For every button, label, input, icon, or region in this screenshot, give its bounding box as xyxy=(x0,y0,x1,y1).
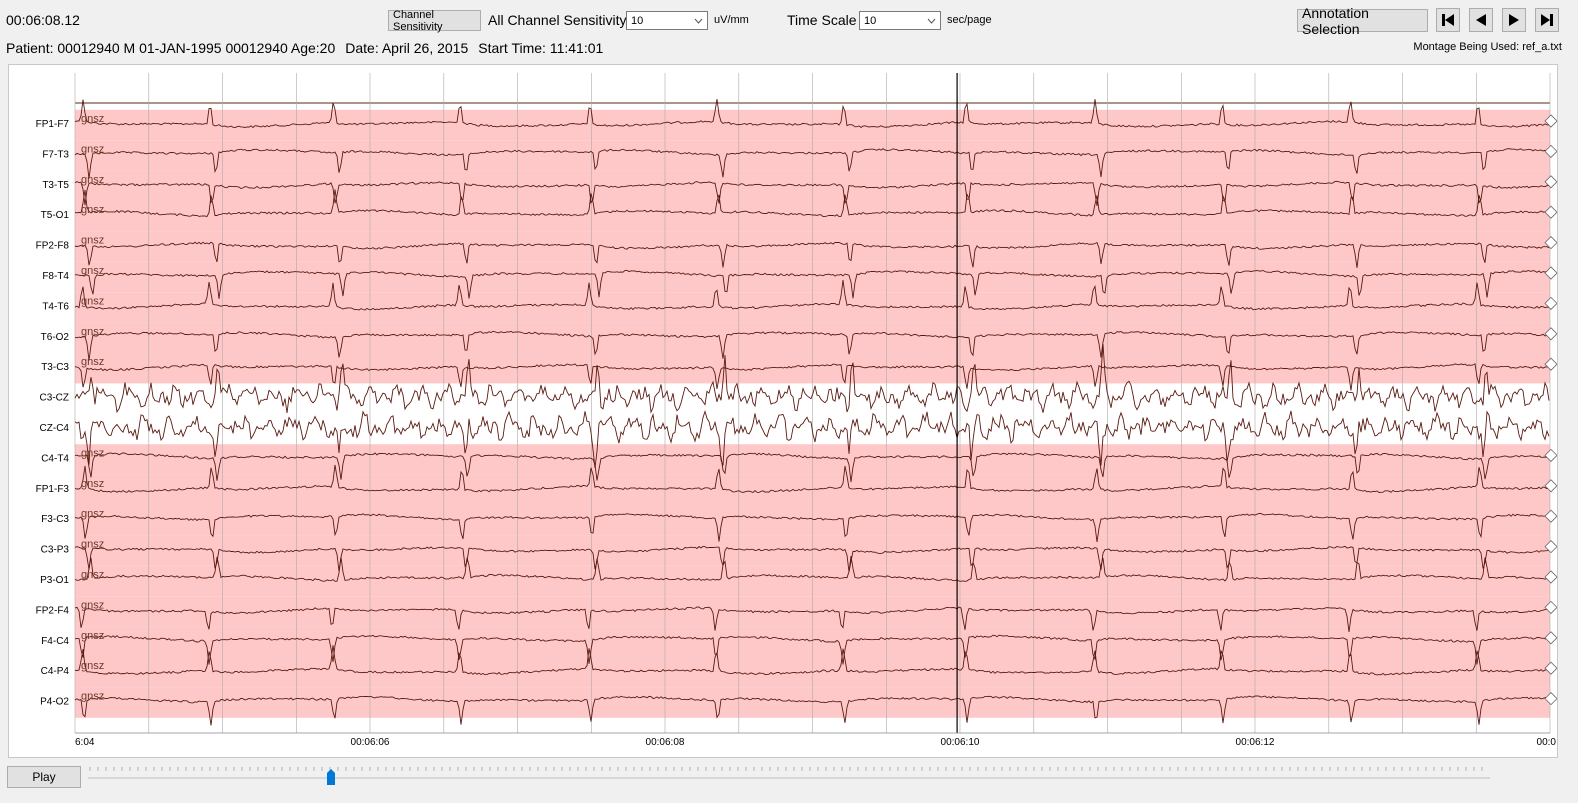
annotation-label: gnsz xyxy=(81,265,104,277)
time-scale-label: Time Scale xyxy=(787,12,857,28)
channel-label: F7-T3 xyxy=(42,149,69,160)
annotation-label: gnsz xyxy=(81,691,104,703)
annotation-label: gnsz xyxy=(81,447,104,459)
skip-to-start-icon xyxy=(1442,14,1454,26)
skip-to-end-button[interactable] xyxy=(1535,8,1559,32)
annotation-label: gnsz xyxy=(81,508,104,520)
channel-label: T3-T5 xyxy=(42,180,69,191)
patient-details: Patient: 00012940 M 01-JAN-1995 00012940… xyxy=(6,40,336,56)
step-back-icon xyxy=(1476,14,1486,26)
channel-label: P4-O2 xyxy=(40,697,69,708)
current-time: 00:06:08.12 xyxy=(6,12,80,28)
sensitivity-value: 10 xyxy=(631,14,644,27)
time-tick-label: 00:06:12 xyxy=(1236,737,1275,748)
annotation-label: gnsz xyxy=(81,113,104,125)
all-channel-sensitivity-label: All Channel Sensitivity xyxy=(488,12,627,28)
time-tick-label: 00:06:06 xyxy=(351,737,390,748)
eeg-waveform-display[interactable]: FP1-F7 gnsz F7-T3 gnsz T3-T5 gnsz T5-O1 gnsz FP2… xyxy=(9,65,1558,757)
time-scale-value: 10 xyxy=(864,14,877,27)
annotation-label: gnsz xyxy=(81,630,104,642)
channel-label: T5-O1 xyxy=(41,210,70,221)
channel-label: C4-T4 xyxy=(41,453,69,464)
eeg-panel: FP1-F7 gnsz F7-T3 gnsz T3-T5 gnsz T5-O1 gnsz FP2… xyxy=(8,64,1558,758)
chevron-down-icon xyxy=(927,18,936,24)
time-tick-label: 00:0 xyxy=(1537,737,1557,748)
montage-label: Montage Being Used: ref_a.txt xyxy=(1413,41,1562,53)
annotation-label: gnsz xyxy=(81,478,104,490)
play-forward-icon xyxy=(1509,14,1519,26)
channel-label: C3-P3 xyxy=(41,545,70,556)
annotation-label: gnsz xyxy=(81,326,104,338)
time-tick-label: 00:06:10 xyxy=(941,737,980,748)
time-tick-label: 6:04 xyxy=(75,737,95,748)
annotation-label: gnsz xyxy=(81,599,104,611)
playback-slider-thumb[interactable] xyxy=(326,769,336,786)
playback-slider-track[interactable] xyxy=(88,777,1490,779)
channel-label: FP1-F7 xyxy=(36,119,70,130)
time-scale-unit: sec/page xyxy=(947,14,992,26)
annotation-label: gnsz xyxy=(81,660,104,672)
annotation-selection-button[interactable]: Annotation Selection xyxy=(1297,5,1428,37)
chevron-down-icon xyxy=(694,18,703,24)
channel-label: T6-O2 xyxy=(41,332,70,343)
annotation-label: gnsz xyxy=(81,235,104,247)
step-forward-button[interactable] xyxy=(1502,8,1526,32)
channel-sensitivity-button[interactable]: Channel Sensitivity xyxy=(388,9,481,33)
skip-to-start-button[interactable] xyxy=(1436,8,1460,32)
annotation-label: gnsz xyxy=(81,143,104,155)
recording-date: Date: April 26, 2015 xyxy=(345,40,469,56)
channel-label: CZ-C4 xyxy=(40,423,70,434)
annotation-label: gnsz xyxy=(81,204,104,216)
channel-label: T4-T6 xyxy=(42,301,69,312)
sensitivity-select[interactable]: 10 xyxy=(626,11,708,30)
channel-label: C3-CZ xyxy=(40,393,69,404)
step-back-button[interactable] xyxy=(1469,8,1493,32)
skip-to-end-icon xyxy=(1541,14,1553,26)
channel-label: P3-O1 xyxy=(40,575,69,586)
channel-label: T3-C3 xyxy=(41,362,69,373)
sensitivity-unit: uV/mm xyxy=(714,14,749,26)
channel-label: F8-T4 xyxy=(42,271,69,282)
channel-label: F3-C3 xyxy=(41,514,69,525)
annotation-label: gnsz xyxy=(81,539,104,551)
patient-info: Patient: 00012940 M 01-JAN-1995 00012940… xyxy=(6,40,613,56)
time-tick-label: 00:06:08 xyxy=(646,737,685,748)
time-scale-select[interactable]: 10 xyxy=(859,11,941,30)
channel-label: F4-C4 xyxy=(41,636,69,647)
channel-label: FP2-F8 xyxy=(36,241,70,252)
channel-label: C4-P4 xyxy=(41,666,70,677)
channel-label: FP2-F4 xyxy=(36,605,70,616)
start-time: Start Time: 11:41:01 xyxy=(478,40,604,56)
annotation-label: gnsz xyxy=(81,569,104,581)
annotation-label: gnsz xyxy=(81,295,104,307)
channel-label: FP1-F3 xyxy=(36,484,70,495)
play-button[interactable]: Play xyxy=(7,766,81,788)
playback-slider-ticks xyxy=(89,767,1483,771)
annotation-label: gnsz xyxy=(81,174,104,186)
annotation-label: gnsz xyxy=(81,356,104,368)
